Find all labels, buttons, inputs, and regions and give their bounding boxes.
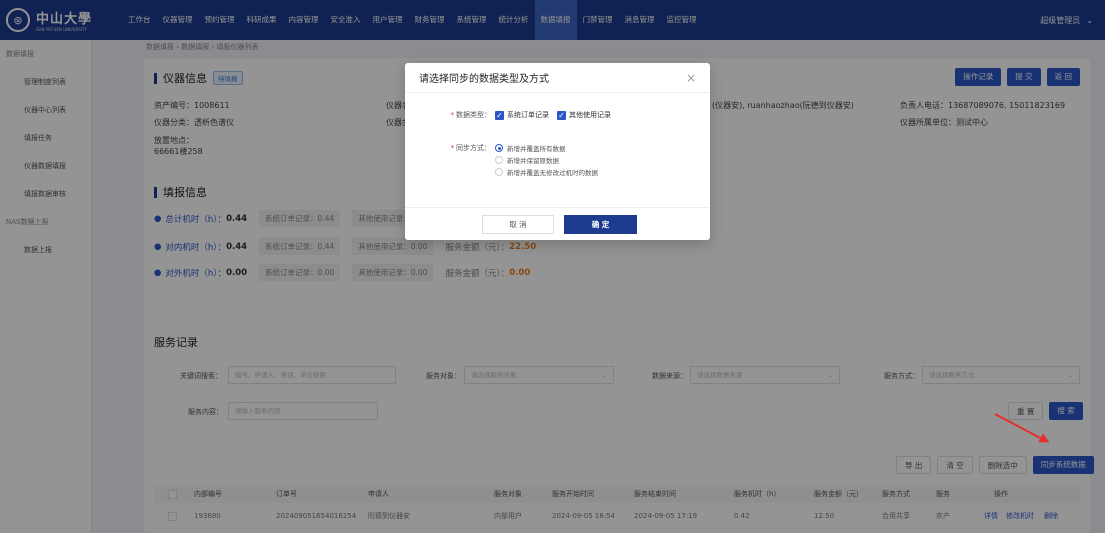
sync-mode-radio[interactable]: 新增并覆盖所有数据	[495, 143, 598, 153]
sync-mode-option-label: 新增并覆盖所有数据	[507, 145, 566, 153]
radio-icon	[495, 144, 503, 152]
data-type-label: 数据类型：	[456, 111, 491, 119]
sync-mode-option-label: 新增并覆盖无修改过机时的数据	[507, 169, 598, 177]
dialog-title: 请选择同步的数据类型及方式	[419, 74, 549, 85]
data-type-checkbox[interactable]: ✓ 系统订单记录	[495, 110, 549, 120]
sync-mode-radio[interactable]: 新增并保留原数据	[495, 155, 598, 165]
radio-icon	[495, 168, 503, 176]
dialog-footer: 取 消 确 定	[405, 207, 710, 240]
sync-mode-field: * 同步方式： 新增并覆盖所有数据 新增并保留原数据 新增并覆盖无修改过机时的数据	[450, 143, 598, 177]
close-icon[interactable]: ×	[686, 71, 696, 85]
data-type-option-label: 其他使用记录	[569, 111, 611, 119]
sync-dialog: 请选择同步的数据类型及方式 × * 数据类型： ✓ 系统订单记录 ✓ 其他使用记录 * 同…	[405, 63, 710, 240]
radio-icon	[495, 156, 503, 164]
confirm-button[interactable]: 确 定	[564, 215, 637, 234]
data-type-option-label: 系统订单记录	[507, 111, 549, 119]
sync-mode-option-label: 新增并保留原数据	[507, 157, 559, 165]
sync-mode-label: 同步方式：	[456, 144, 491, 152]
checkbox-checked-icon: ✓	[495, 110, 504, 120]
sync-mode-radio[interactable]: 新增并覆盖无修改过机时的数据	[495, 167, 598, 177]
data-type-field: * 数据类型： ✓ 系统订单记录 ✓ 其他使用记录	[450, 110, 611, 120]
checkbox-checked-icon: ✓	[557, 110, 566, 120]
dialog-header: 请选择同步的数据类型及方式 ×	[405, 63, 710, 93]
data-type-checkbox[interactable]: ✓ 其他使用记录	[557, 110, 611, 120]
cancel-button[interactable]: 取 消	[482, 215, 554, 234]
